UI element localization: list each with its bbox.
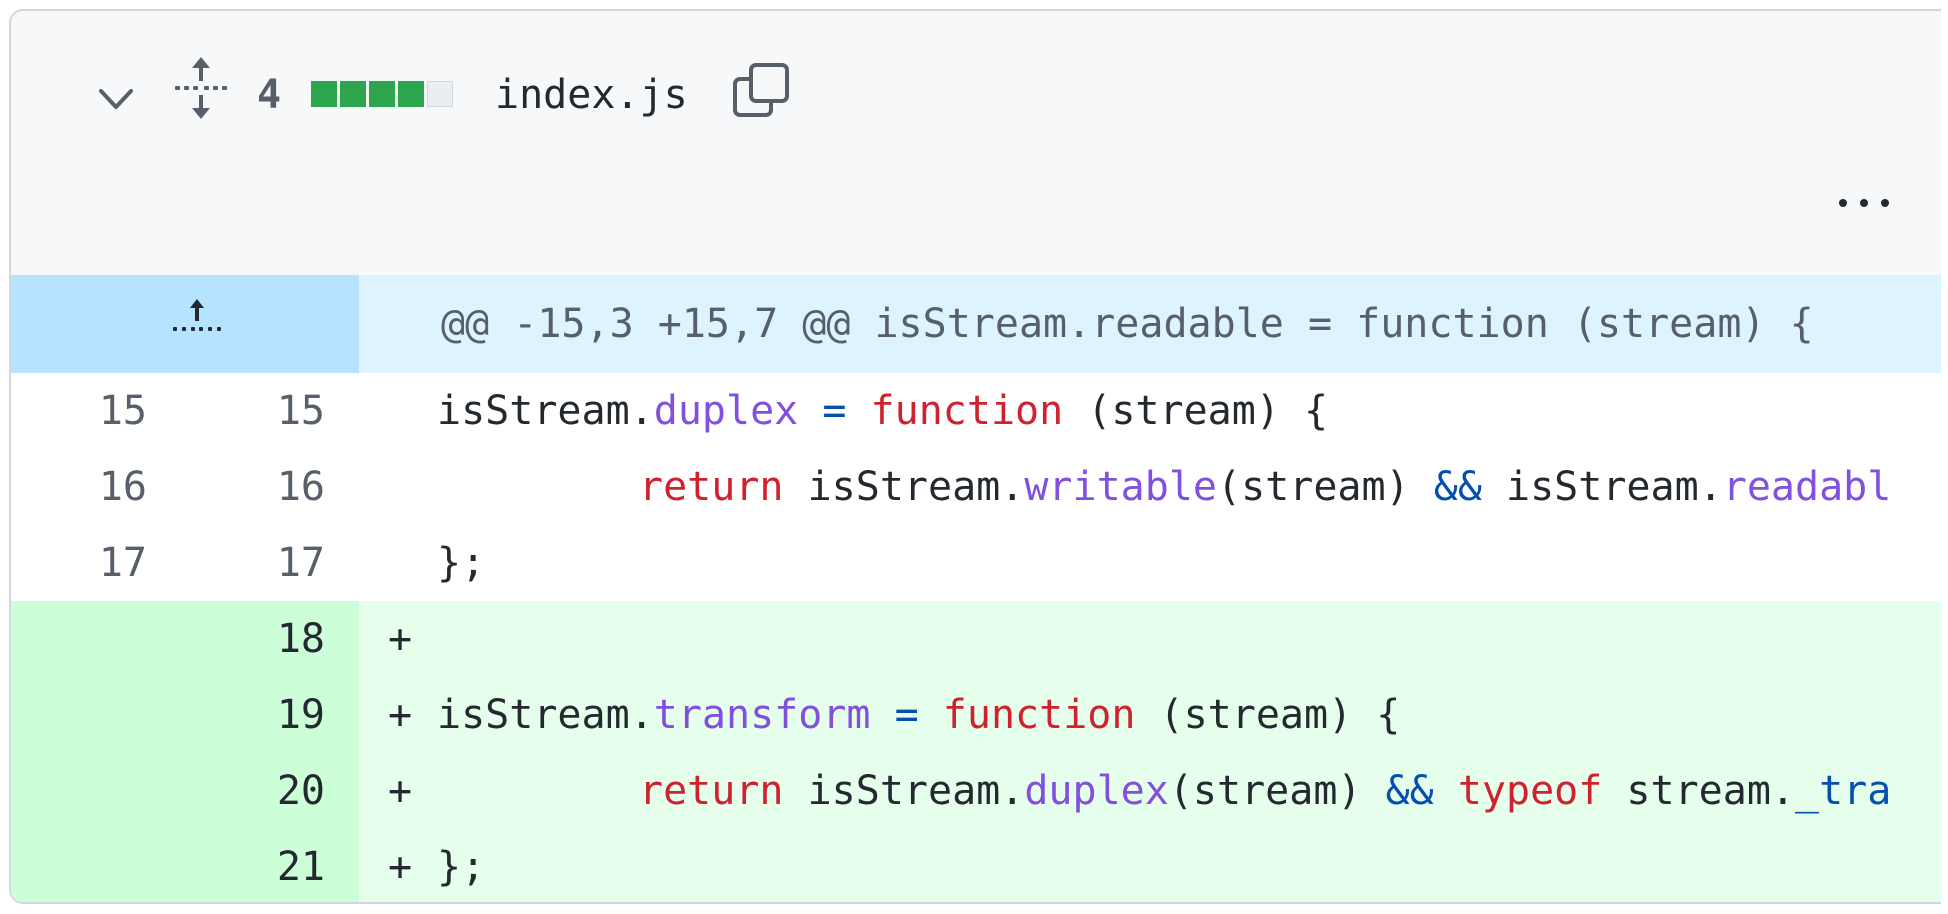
- code-token: return: [639, 768, 784, 814]
- diff-sign: [359, 449, 437, 525]
- old-line-number: [11, 677, 183, 753]
- diff-sign: +: [387, 768, 413, 814]
- code-token: isStream.: [1481, 464, 1723, 510]
- code-token: (stream) {: [1135, 692, 1401, 738]
- old-line-number: [11, 829, 183, 902]
- diffstat-block-neutral: [427, 81, 453, 107]
- code-token: typeof: [1457, 768, 1603, 814]
- old-line-number[interactable]: 15: [11, 373, 183, 449]
- new-line-number[interactable]: 20: [183, 753, 359, 829]
- code-token: (stream): [1216, 464, 1434, 510]
- file-diff-card: 4 index.js @@ -15,3 +15,7 @@ isStream.re…: [9, 9, 1941, 904]
- code-line: };: [437, 525, 485, 601]
- code-token: (stream) {: [1063, 388, 1329, 434]
- code-token: isStream.: [783, 768, 1025, 814]
- change-count: 4: [257, 72, 282, 118]
- code-line: isStream.duplex = function (stream) {: [437, 373, 1328, 449]
- expand-up-icon[interactable]: [167, 297, 227, 337]
- code-token: isStream.: [783, 464, 1025, 510]
- diff-line-added: 19 + isStream.transform = function (stre…: [11, 677, 1941, 753]
- code-line: isStream.transform = function (stream) {: [437, 677, 1400, 753]
- file-header: 4 index.js: [11, 11, 1941, 277]
- code-line: return isStream.writable(stream) && isSt…: [437, 449, 1891, 525]
- diffstat-block-added: [369, 81, 395, 107]
- old-line-number[interactable]: 17: [11, 525, 183, 601]
- old-line-number[interactable]: 16: [11, 449, 183, 525]
- code-token: =: [822, 388, 847, 434]
- diff-sign: +: [387, 616, 413, 662]
- code-token: duplex: [1024, 768, 1169, 814]
- diff-line-added: 20 + return isStream.duplex(stream) && t…: [11, 753, 1941, 829]
- expand-all-icon[interactable]: [171, 55, 231, 121]
- code-line: return isStream.duplex(stream) && typeof…: [437, 753, 1891, 829]
- hunk-header-text: @@ -15,3 +15,7 @@ isStream.readable = fu…: [441, 301, 1814, 347]
- code-token: writable: [1024, 464, 1217, 510]
- diffstat-bar: [311, 81, 453, 109]
- diff-sign: +: [387, 692, 413, 738]
- new-line-number[interactable]: 17: [183, 525, 359, 601]
- code-token: transform: [653, 692, 871, 738]
- diffstat-block-added: [340, 81, 366, 107]
- diff-table: @@ -15,3 +15,7 @@ isStream.readable = fu…: [11, 275, 1941, 902]
- code-token: isStream.: [437, 692, 654, 738]
- file-name[interactable]: index.js: [495, 69, 688, 121]
- diffstat-block-added: [311, 81, 337, 107]
- hunk-expand-gutter[interactable]: [11, 275, 359, 373]
- code-token: function: [870, 388, 1064, 434]
- chevron-down-icon[interactable]: [91, 79, 141, 119]
- code-token: function: [942, 692, 1136, 738]
- code-token: (stream): [1168, 768, 1386, 814]
- code-token: };: [437, 540, 486, 586]
- diffstat-block-added: [398, 81, 424, 107]
- code-token: =: [894, 692, 919, 738]
- diff-sign: +: [387, 844, 413, 890]
- diff-line: 17 17 };: [11, 525, 1941, 601]
- copy-icon[interactable]: [731, 61, 791, 121]
- new-line-number[interactable]: 16: [183, 449, 359, 525]
- code-token: };: [437, 844, 486, 890]
- diff-sign: [359, 525, 437, 601]
- code-token: &&: [1385, 768, 1434, 814]
- hunk-header-row: @@ -15,3 +15,7 @@ isStream.readable = fu…: [11, 275, 1941, 373]
- code-token: _tra: [1795, 768, 1892, 814]
- new-line-number[interactable]: 21: [183, 829, 359, 902]
- diff-line-added: 21 + };: [11, 829, 1941, 902]
- diff-sign: [359, 373, 437, 449]
- old-line-number: [11, 601, 183, 677]
- code-token: duplex: [653, 388, 799, 434]
- new-line-number[interactable]: 18: [183, 601, 359, 677]
- code-token: return: [639, 464, 784, 510]
- code-token: stream.: [1602, 768, 1795, 814]
- new-line-number[interactable]: 15: [183, 373, 359, 449]
- code-token: &&: [1433, 464, 1482, 510]
- more-options-icon[interactable]: [1831, 191, 1901, 215]
- code-line: };: [437, 829, 486, 902]
- code-token: readabl: [1722, 464, 1892, 510]
- code-token: isStream.: [437, 388, 654, 434]
- diff-line-added: 18 +: [11, 601, 1941, 677]
- old-line-number: [11, 753, 183, 829]
- diff-line: 16 16 return isStream.writable(stream) &…: [11, 449, 1941, 525]
- new-line-number[interactable]: 19: [183, 677, 359, 753]
- diff-line: 15 15 isStream.duplex = function (stream…: [11, 373, 1941, 449]
